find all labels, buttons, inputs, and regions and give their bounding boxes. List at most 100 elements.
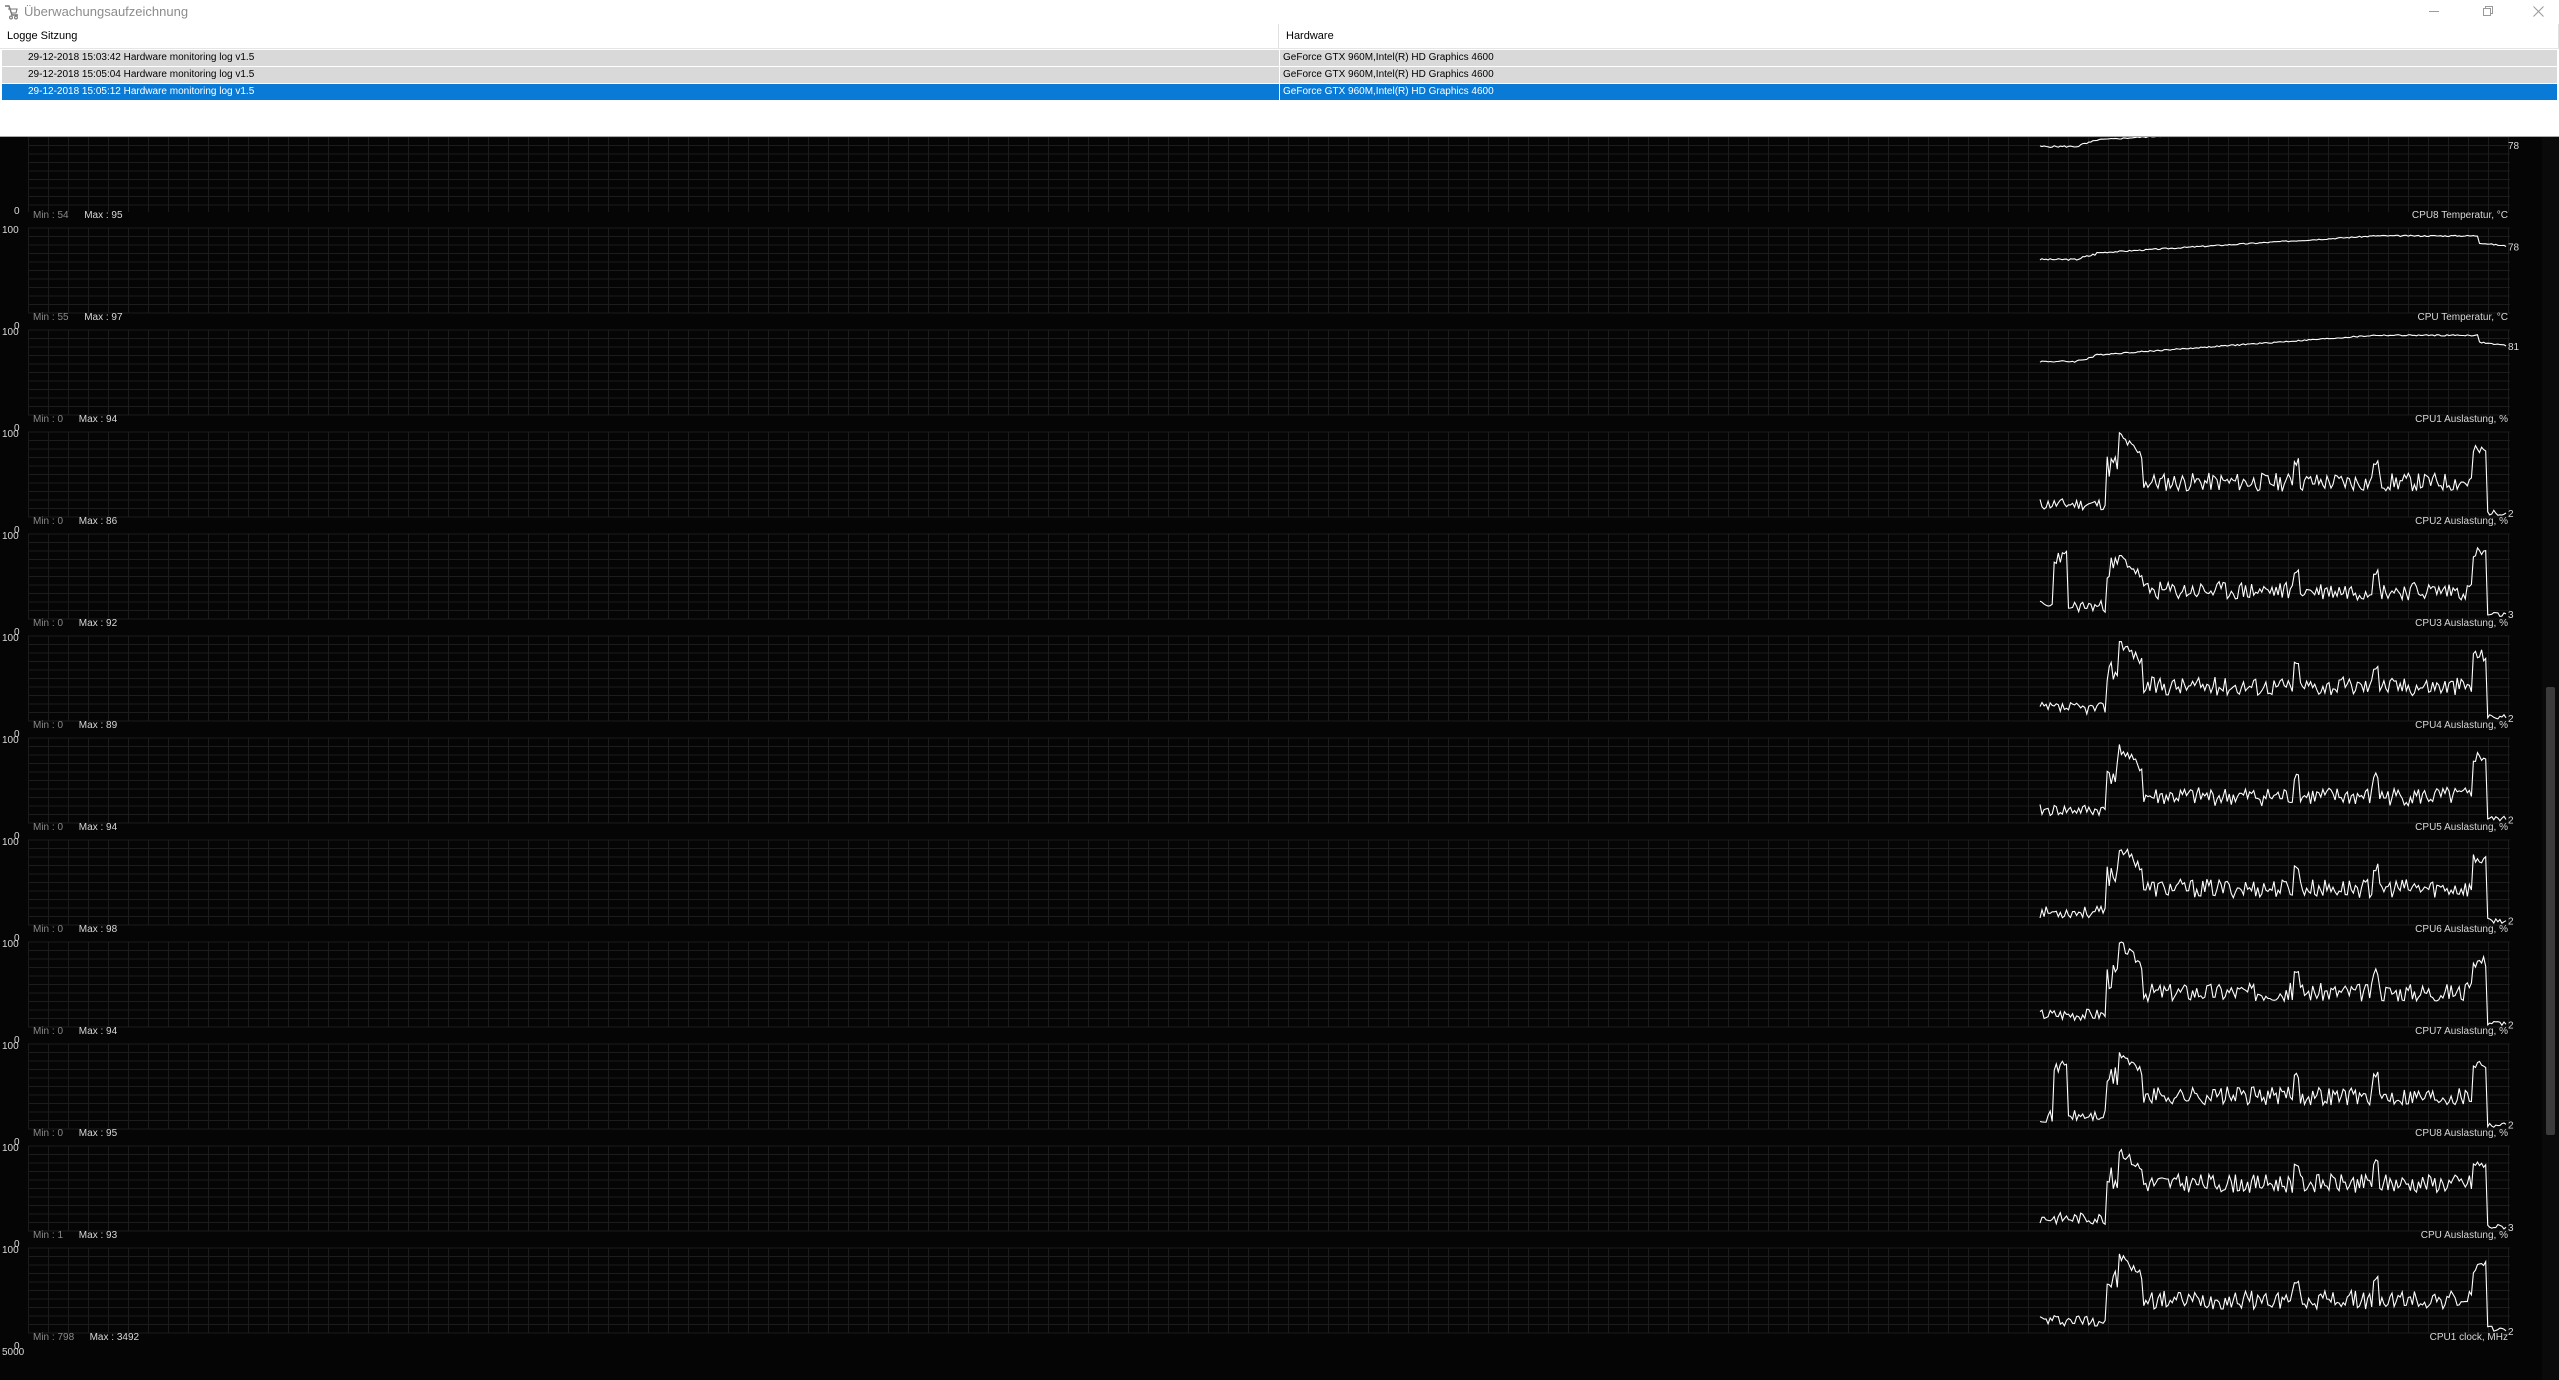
close-icon [2533, 6, 2544, 17]
table-row-selected[interactable]: 29-12-2018 15:05:12 Hardware monitoring … [2, 84, 2557, 100]
y-max-label: 100 [2, 1245, 19, 1256]
panel-title: CPU Temperatur, °C [2417, 312, 2508, 323]
panel-min-label: Min : 1 [33, 1230, 63, 1241]
panel-max-label: Max : 95 [79, 1128, 118, 1139]
header-divider [0, 48, 2559, 49]
panel-title: CPU5 Auslastung, % [2415, 822, 2508, 833]
column-header-hardware[interactable]: Hardware [1279, 24, 2559, 48]
panel-title: CPU1 clock, MHz [2430, 1332, 2508, 1343]
panel-max-label: Max : 3492 [90, 1332, 140, 1343]
panel-trace [2039, 941, 2507, 1027]
y-max-label: 5000 [2, 1347, 25, 1358]
panel-max-label: Max : 94 [79, 414, 118, 425]
panel-min-label: Min : 0 [33, 516, 63, 527]
y-max-label: 100 [2, 531, 19, 542]
y-max-label: 100 [2, 1041, 19, 1052]
panel-title: CPU6 Auslastung, % [2415, 924, 2508, 935]
scrollbar-thumb[interactable] [2546, 687, 2555, 1135]
maximize-button[interactable] [2472, 0, 2504, 22]
graph-grid [28, 329, 2510, 416]
graph-grid [28, 533, 2510, 620]
y-max-label: 100 [2, 837, 19, 848]
current-value-label: 3 [2508, 610, 2514, 621]
panel-max-label: Max : 93 [79, 1230, 118, 1241]
panel-max-label: Max : 89 [79, 720, 118, 731]
panel-trace [2039, 848, 2507, 925]
current-value-label: 78 [2508, 243, 2520, 254]
hardware-cell: GeForce GTX 960M,Intel(R) HD Graphics 46… [1283, 52, 1494, 63]
panel-title: CPU2 Auslastung, % [2415, 516, 2508, 527]
current-value-label: 3 [2508, 1223, 2514, 1234]
graph-grid [28, 635, 2510, 722]
panel-title: CPU8 Auslastung, % [2415, 1128, 2508, 1139]
panel-min-label: Min : 0 [33, 1026, 63, 1037]
graph-grid [28, 1247, 2510, 1334]
panel-min-label: Min : 0 [33, 924, 63, 935]
current-value-label: 81 [2508, 342, 2520, 353]
panel-min-label: Min : 798 [33, 1332, 75, 1343]
y-max-label: 100 [2, 1143, 19, 1154]
panel-title: CPU4 Auslastung, % [2415, 720, 2508, 731]
current-value-label: 2 [2508, 816, 2514, 827]
panel-min-label: Min : 0 [33, 618, 63, 629]
close-button[interactable] [2522, 0, 2554, 22]
current-value-label: 2 [2508, 714, 2514, 725]
panel-min-label: Min : 55 [33, 312, 69, 323]
panel-title: CPU3 Auslastung, % [2415, 618, 2508, 629]
panel-trace [2039, 234, 2507, 261]
maximize-icon [2483, 6, 2493, 16]
y-max-label: 100 [2, 429, 19, 440]
panel-trace [2039, 546, 2507, 617]
panel-max-label: Max : 98 [79, 924, 118, 935]
monitoring-log-window: Überwachungsaufzeichnung Logge Sitzung H… [0, 0, 2559, 1380]
graph-area[interactable]: 78 0 Min : 54 Max : 95 CPU8 Temperatur, °C 10… [0, 137, 2559, 1380]
panel-trace [2039, 744, 2507, 822]
hardware-cell: GeForce GTX 960M,Intel(R) HD Graphics 46… [1283, 86, 1494, 97]
column-header-session[interactable]: Logge Sitzung [0, 24, 1279, 48]
table-row[interactable]: 29-12-2018 15:03:42 Hardware monitoring … [2, 50, 2557, 66]
graph-grid [28, 1145, 2510, 1232]
session-cell: 29-12-2018 15:05:04 Hardware monitoring … [28, 69, 255, 80]
graph-grid [28, 431, 2510, 518]
current-value-label: 2 [2508, 917, 2514, 928]
session-table: Logge Sitzung Hardware 29-12-2018 15:03:… [0, 24, 2559, 137]
panel-max-label: Max : 94 [79, 1026, 118, 1037]
y-max-label: 100 [2, 633, 19, 644]
y-max-label: 100 [2, 939, 19, 950]
panel-max-label: Max : 92 [79, 618, 118, 629]
current-value-label: 2 [2508, 1120, 2514, 1131]
title-bar[interactable]: Überwachungsaufzeichnung [0, 0, 2559, 25]
monitoring-graphs: 78 0 Min : 54 Max : 95 CPU8 Temperatur, °C 10… [2, 137, 2520, 1358]
panel-min-label: Min : 0 [33, 414, 63, 425]
current-value-label: 2 [2508, 509, 2514, 520]
table-row[interactable]: 29-12-2018 15:05:04 Hardware monitoring … [2, 67, 2557, 83]
current-value-label: 78 [2508, 141, 2520, 152]
session-cell: 29-12-2018 15:03:42 Hardware monitoring … [28, 52, 255, 63]
y-max-label: 100 [2, 225, 19, 236]
graph-grid [28, 737, 2510, 824]
y-max-label: 100 [2, 327, 19, 338]
panel-max-label: Max : 95 [84, 210, 123, 221]
panel-max-label: Max : 97 [84, 312, 123, 323]
session-cell: 29-12-2018 15:05:12 Hardware monitoring … [28, 86, 255, 97]
graph-grid [28, 839, 2510, 926]
hardware-monitor-icon [5, 5, 18, 20]
graph-grid [28, 227, 2510, 314]
graph-grid [28, 941, 2510, 1028]
panel-max-label: Max : 94 [79, 822, 118, 833]
vertical-scrollbar[interactable] [2542, 137, 2559, 1380]
panel-min-label: Min : 0 [33, 1128, 63, 1139]
y-max-label: 100 [2, 735, 19, 746]
minimize-icon [2429, 11, 2439, 12]
window-title: Überwachungsaufzeichnung [24, 4, 189, 19]
minimize-button[interactable] [2418, 0, 2450, 22]
panel-title: CPU Auslastung, % [2421, 1230, 2508, 1241]
panel-max-label: Max : 86 [79, 516, 118, 527]
graph-grid [28, 1043, 2510, 1130]
panel-min-label: Min : 54 [33, 210, 69, 221]
graph-grid [28, 137, 2510, 212]
panel-min-label: Min : 0 [33, 720, 63, 731]
current-value-label: 2 [2508, 1327, 2514, 1338]
panel-min-label: Min : 0 [33, 822, 63, 833]
current-value-label: 2 [2508, 1020, 2514, 1031]
